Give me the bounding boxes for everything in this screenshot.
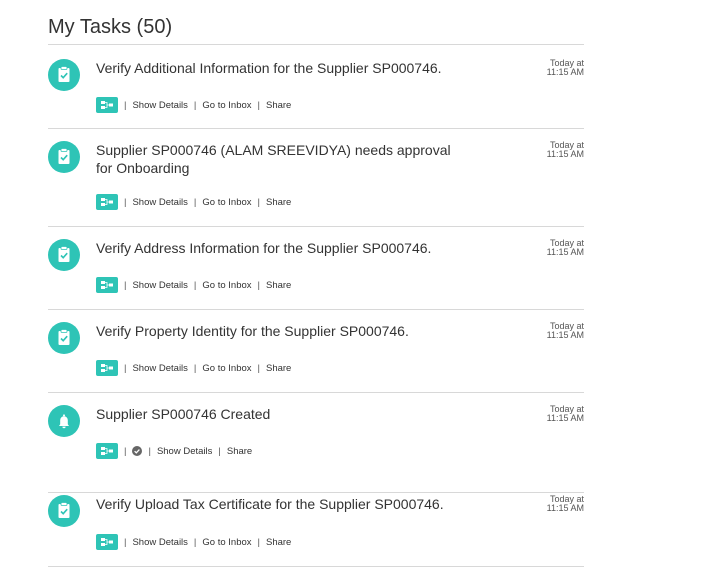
share-link[interactable]: Share: [266, 280, 291, 291]
task-title[interactable]: Verify Address Information for the Suppl…: [96, 239, 476, 257]
task-timestamp: Today at 11:15 AM: [546, 404, 584, 423]
bell-icon: [48, 405, 80, 437]
workflow-icon[interactable]: [96, 443, 118, 459]
show-details-link[interactable]: Show Details: [132, 100, 187, 111]
separator: |: [124, 445, 127, 457]
task-item: Supplier SP000746 (ALAM SREEVIDYA) needs…: [48, 129, 584, 227]
task-actions: | Show Details | Go to Inbox | Share: [96, 194, 291, 210]
task-title[interactable]: Verify Upload Tax Certificate for the Su…: [96, 495, 476, 513]
separator: |: [124, 279, 127, 291]
task-timestamp: Today at 11:15 AM: [546, 494, 584, 513]
show-details-link[interactable]: Show Details: [132, 197, 187, 208]
go-to-inbox-link[interactable]: Go to Inbox: [202, 100, 251, 111]
share-link[interactable]: Share: [227, 446, 252, 457]
task-title[interactable]: Supplier SP000746 (ALAM SREEVIDYA) needs…: [96, 141, 456, 177]
separator: |: [193, 99, 197, 111]
share-link[interactable]: Share: [266, 363, 291, 374]
task-actions: | Show Details | Go to Inbox | Share: [96, 360, 291, 376]
check-circle-icon: [132, 446, 143, 456]
separator: |: [124, 196, 127, 208]
task-actions: | Show Details | Go to Inbox | Share: [96, 534, 291, 550]
separator: |: [257, 362, 260, 374]
task-title[interactable]: Supplier SP000746 Created: [96, 405, 476, 423]
task-item: Verify Additional Information for the Su…: [48, 45, 584, 129]
clipboard-check-icon: [48, 141, 80, 173]
separator: |: [257, 99, 260, 111]
task-item: Verify Upload Tax Certificate for the Su…: [48, 493, 584, 567]
go-to-inbox-link[interactable]: Go to Inbox: [202, 363, 251, 374]
task-title[interactable]: Verify Property Identity for the Supplie…: [96, 322, 476, 340]
separator: |: [193, 279, 197, 291]
show-details-link[interactable]: Show Details: [157, 446, 212, 457]
workflow-icon[interactable]: [96, 194, 118, 210]
go-to-inbox-link[interactable]: Go to Inbox: [202, 537, 251, 548]
task-actions: | | Show Details | Share: [96, 443, 252, 459]
separator: |: [124, 536, 127, 548]
separator: |: [218, 445, 221, 457]
clipboard-check-icon: [48, 239, 80, 271]
go-to-inbox-link[interactable]: Go to Inbox: [202, 280, 251, 291]
workflow-icon[interactable]: [96, 360, 118, 376]
separator: |: [124, 362, 127, 374]
show-details-link[interactable]: Show Details: [132, 363, 187, 374]
go-to-inbox-link[interactable]: Go to Inbox: [202, 197, 251, 208]
clipboard-check-icon: [48, 495, 80, 527]
task-title[interactable]: Verify Additional Information for the Su…: [96, 59, 476, 77]
workflow-icon[interactable]: [96, 534, 118, 550]
task-item: Verify Property Identity for the Supplie…: [48, 310, 584, 393]
page-title: My Tasks (50): [48, 16, 173, 38]
separator: |: [193, 196, 197, 208]
task-actions: | Show Details | Go to Inbox | Share: [96, 97, 291, 113]
separator: |: [148, 445, 151, 457]
share-link[interactable]: Share: [266, 100, 291, 111]
separator: |: [257, 279, 260, 291]
workflow-icon[interactable]: [96, 277, 118, 293]
task-item: Verify Address Information for the Suppl…: [48, 227, 584, 310]
separator: |: [257, 196, 260, 208]
workflow-icon[interactable]: [96, 97, 118, 113]
show-details-link[interactable]: Show Details: [132, 537, 187, 548]
clipboard-check-icon: [48, 322, 80, 354]
share-link[interactable]: Share: [266, 197, 291, 208]
task-divider: [48, 566, 584, 567]
separator: |: [193, 362, 197, 374]
task-timestamp: Today at 11:15 AM: [546, 321, 584, 340]
separator: |: [193, 536, 197, 548]
task-item: Supplier SP000746 Created Today at 11:15 …: [48, 393, 584, 493]
task-actions: | Show Details | Go to Inbox | Share: [96, 277, 291, 293]
task-timestamp: Today at 11:15 AM: [546, 58, 584, 77]
separator: |: [257, 536, 260, 548]
share-link[interactable]: Share: [266, 537, 291, 548]
show-details-link[interactable]: Show Details: [132, 280, 187, 291]
separator: |: [124, 99, 127, 111]
task-timestamp: Today at 11:15 AM: [546, 238, 584, 257]
task-timestamp: Today at 11:15 AM: [546, 140, 584, 159]
clipboard-check-icon: [48, 59, 80, 91]
